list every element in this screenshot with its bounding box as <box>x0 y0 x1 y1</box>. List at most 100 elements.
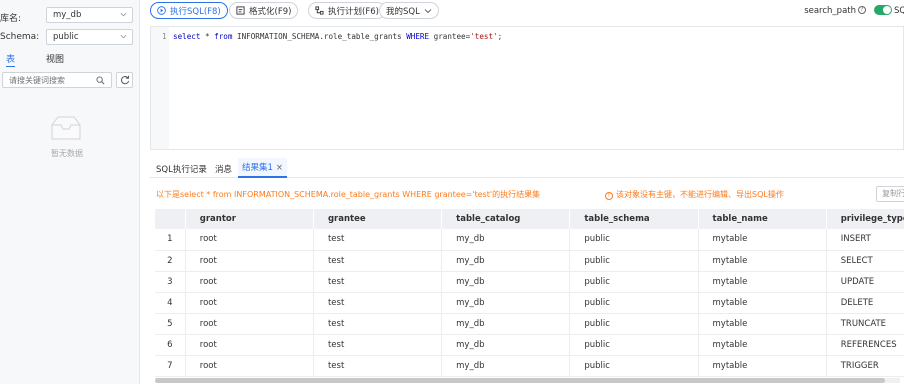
table-row[interactable]: 4 root test my_db public mytable DELETE <box>155 292 904 314</box>
tab-views[interactable]: 视图 <box>46 52 64 65</box>
table-cell[interactable]: test <box>313 292 443 314</box>
object-search-input[interactable] <box>3 73 93 87</box>
table-cell[interactable]: DELETE <box>826 292 904 314</box>
table-cell[interactable]: UPDATE <box>826 271 904 293</box>
table-cell[interactable]: my_db <box>441 250 571 272</box>
tab-tables[interactable]: 表 <box>6 52 16 67</box>
table-cell[interactable]: public <box>569 313 699 335</box>
table-cell[interactable]: mytable <box>698 334 827 356</box>
object-browser-panel: 库名: my_db Schema: public 表 视图 暂无数据 <box>0 0 140 384</box>
table-cell[interactable]: test <box>313 229 443 251</box>
table-cell[interactable]: TRIGGER <box>826 355 904 377</box>
editor-gutter <box>151 27 169 149</box>
table-cell[interactable]: test <box>313 271 443 293</box>
sql-console: 库名: my_db Schema: public 表 视图 暂无数据 <box>0 0 904 384</box>
table-cell[interactable]: test <box>313 250 443 272</box>
table-cell[interactable]: my_db <box>441 271 571 293</box>
column-header[interactable]: table_catalog <box>441 209 571 229</box>
db-label: 库名: <box>0 14 22 24</box>
table-cell[interactable]: test <box>313 334 443 356</box>
toolbar: 执行SQL(F8) 格式化(F9) 执行计划(F6) 我的SQL search_… <box>140 0 904 22</box>
table-cell[interactable]: public <box>569 229 699 251</box>
table-cell[interactable]: public <box>569 271 699 293</box>
result-table: grantor grantee table_catalog table_sche… <box>155 209 904 377</box>
my-sql-dropdown[interactable]: 我的SQL <box>379 2 439 19</box>
sql-code[interactable]: select * from INFORMATION_SCHEMA.role_ta… <box>173 32 502 41</box>
database-select[interactable]: my_db <box>46 7 133 23</box>
table-row[interactable]: 3 root test my_db public mytable UPDATE <box>155 271 904 293</box>
column-header[interactable]: grantor <box>185 209 314 229</box>
copy-row-button[interactable]: 复制行 <box>876 186 904 202</box>
table-cell[interactable]: my_db <box>441 334 571 356</box>
table-cell[interactable]: root <box>185 334 314 356</box>
table-cell[interactable]: INSERT <box>826 229 904 251</box>
table-cell[interactable]: public <box>569 292 699 314</box>
search-icon[interactable] <box>96 76 105 85</box>
tab-result-set-1[interactable]: 结果集1 × <box>238 158 288 178</box>
empty-state-text: 暂无数据 <box>51 149 83 158</box>
column-header[interactable]: privilege_type <box>826 209 904 229</box>
table-row[interactable]: 5 root test my_db public mytable TRUNCATE <box>155 313 904 335</box>
table-cell[interactable]: test <box>313 313 443 335</box>
table-cell[interactable]: my_db <box>441 313 571 335</box>
close-icon[interactable]: × <box>276 158 283 178</box>
plan-icon <box>315 6 324 15</box>
column-header[interactable]: table_name <box>698 209 827 229</box>
run-sql-button[interactable]: 执行SQL(F8) <box>150 2 228 19</box>
table-cell[interactable]: root <box>185 250 314 272</box>
warning-text: 该对象没有主键，不能进行编辑、导出SQL操作 <box>616 190 784 199</box>
sql-editor[interactable]: 1 select * from INFORMATION_SCHEMA.role_… <box>150 26 904 150</box>
scrollbar-thumb[interactable] <box>155 378 885 383</box>
table-cell[interactable]: REFERENCES <box>826 334 904 356</box>
format-icon <box>236 6 245 15</box>
table-cell[interactable]: public <box>569 355 699 377</box>
table-cell[interactable]: root <box>185 313 314 335</box>
result-tabs: SQL执行记录 消息 结果集1 × <box>150 158 904 178</box>
table-cell[interactable]: mytable <box>698 292 827 314</box>
header-row: grantor grantee table_catalog table_sche… <box>155 209 904 229</box>
format-button[interactable]: 格式化(F9) <box>229 2 299 19</box>
table-cell[interactable]: root <box>185 292 314 314</box>
table-cell[interactable]: public <box>569 250 699 272</box>
table-cell[interactable]: mytable <box>698 355 827 377</box>
table-cell[interactable]: root <box>185 355 314 377</box>
format-label: 格式化(F9) <box>249 6 292 17</box>
table-cell[interactable]: mytable <box>698 250 827 272</box>
table-row[interactable]: 7 root test my_db public mytable TRIGGER <box>155 355 904 377</box>
table-row[interactable]: 6 root test my_db public mytable REFERENCES <box>155 334 904 356</box>
column-header[interactable]: grantee <box>313 209 443 229</box>
table-cell[interactable]: test <box>313 355 443 377</box>
explain-plan-button[interactable]: 执行计划(F6) <box>308 2 386 19</box>
table-cell[interactable]: mytable <box>698 271 827 293</box>
table-cell[interactable]: mytable <box>698 229 827 251</box>
row-index: 6 <box>155 334 186 356</box>
schema-select[interactable]: public <box>46 29 133 45</box>
table-row[interactable]: 1 root test my_db public mytable INSERT <box>155 229 904 251</box>
refresh-icon <box>121 75 130 85</box>
no-primary-key-warning: ! 该对象没有主键，不能进行编辑、导出SQL操作 <box>605 189 784 200</box>
object-type-tabs: 表 视图 <box>0 52 140 67</box>
table-cell[interactable]: my_db <box>441 292 571 314</box>
table-cell[interactable]: TRUNCATE <box>826 313 904 335</box>
tab-result-set-1-label: 结果集1 <box>242 163 273 173</box>
horizontal-scrollbar[interactable] <box>155 378 900 383</box>
database-select-value: my_db <box>53 10 82 20</box>
table-cell[interactable]: root <box>185 229 314 251</box>
table-row[interactable]: 2 root test my_db public mytable SELECT <box>155 250 904 272</box>
tab-messages[interactable]: 消息 <box>215 163 232 175</box>
table-cell[interactable]: root <box>185 271 314 293</box>
column-header[interactable]: table_schema <box>569 209 699 229</box>
table-cell[interactable]: SELECT <box>826 250 904 272</box>
search-path-toggle[interactable] <box>874 5 892 15</box>
refresh-button[interactable] <box>116 72 133 88</box>
help-icon[interactable]: ? <box>858 6 866 14</box>
row-index: 4 <box>155 292 186 314</box>
table-cell[interactable]: my_db <box>441 229 571 251</box>
table-cell[interactable]: mytable <box>698 313 827 335</box>
row-index: 1 <box>155 229 186 251</box>
table-cell[interactable]: public <box>569 334 699 356</box>
tab-sql-history[interactable]: SQL执行记录 <box>156 163 207 175</box>
row-index: 2 <box>155 250 186 272</box>
table-cell[interactable]: my_db <box>441 355 571 377</box>
result-grid: grantor grantee table_catalog table_sche… <box>155 209 904 379</box>
